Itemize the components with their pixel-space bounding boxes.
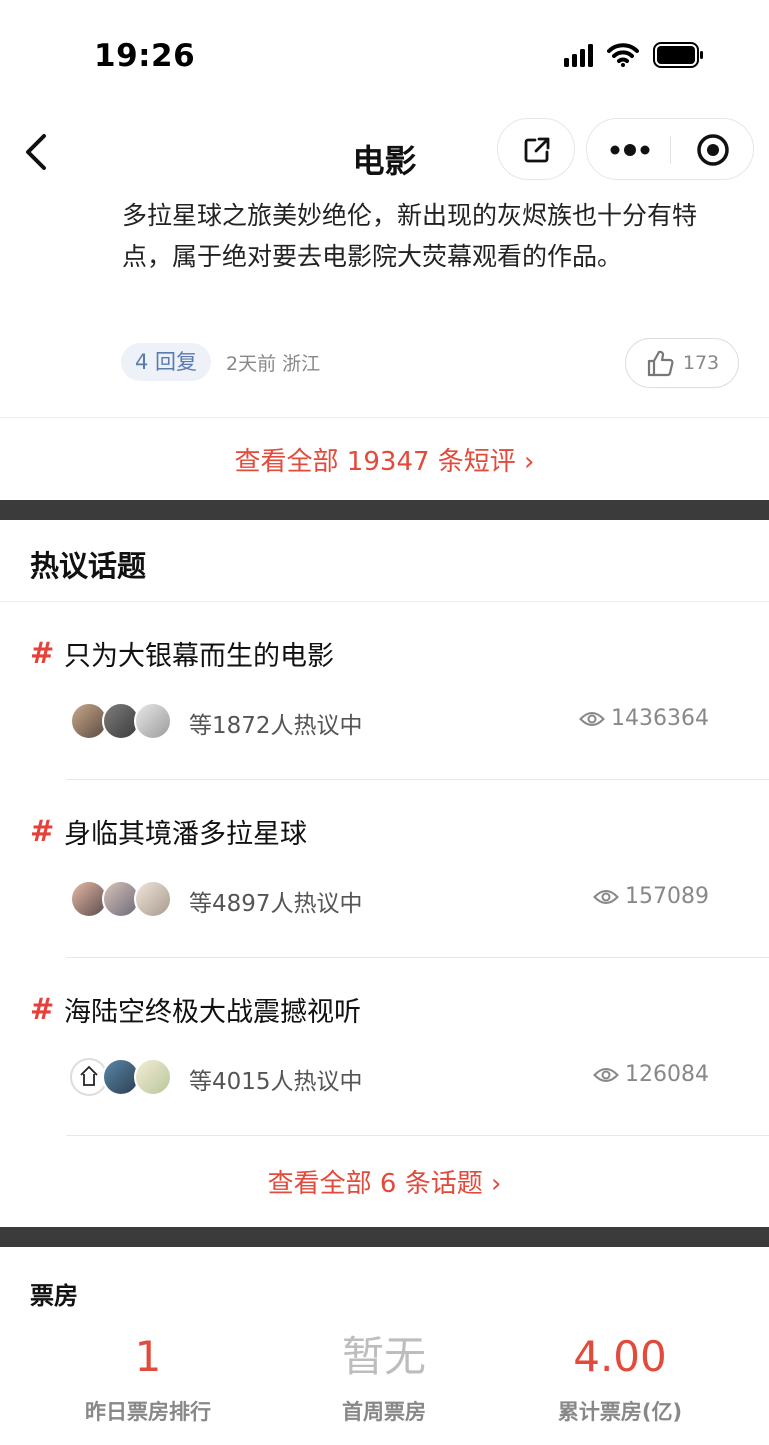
like-count: 173 — [682, 352, 720, 374]
topic-title: 身临其境潘多拉星球 — [64, 819, 307, 850]
close-miniprogram-icon[interactable] — [695, 132, 731, 168]
battery-icon — [653, 42, 703, 68]
status-time: 19:26 — [94, 38, 196, 74]
avatar — [134, 880, 172, 918]
discussion-count: 等4897人热议中 — [189, 891, 363, 917]
view-count: 126084 — [593, 1062, 709, 1087]
capsule-menu — [586, 118, 754, 180]
eye-icon — [593, 1067, 619, 1082]
status-icons — [564, 42, 705, 68]
view-count: 157089 — [593, 884, 709, 909]
boxoffice-first-week: 暂无 首周票房 — [256, 1330, 512, 1426]
avatar — [134, 702, 172, 740]
boxoffice-rank: 1 昨日票房排行 — [20, 1330, 276, 1426]
eye-icon — [593, 889, 619, 904]
discussion-count: 等1872人热议中 — [189, 713, 363, 739]
comment-meta: 2天前 浙江 — [226, 353, 321, 375]
all-reviews-link[interactable]: 查看全部 19347 条短评 › — [0, 441, 769, 478]
capsule-divider — [670, 136, 671, 164]
boxoffice-label: 首周票房 — [342, 1400, 426, 1424]
view-count-value: 157089 — [625, 884, 709, 909]
topics-section-title: 热议话题 — [30, 549, 147, 583]
boxoffice-value: 暂无 — [341, 1332, 426, 1381]
divider — [0, 417, 769, 418]
nav-bar: 电影 — [0, 110, 769, 190]
hashtag-icon: # — [30, 636, 55, 670]
topic-title: 海陆空终极大战震撼视听 — [64, 997, 361, 1028]
topic-item[interactable]: # 海陆空终极大战震撼视听 等4015人热议中 126084 — [0, 958, 769, 1136]
more-icon[interactable] — [609, 144, 653, 156]
boxoffice-total: 4.00 累计票房(亿) — [492, 1330, 748, 1426]
view-count-value: 1436364 — [611, 706, 709, 731]
hashtag-icon: # — [30, 992, 55, 1026]
like-button[interactable]: 173 — [625, 338, 739, 388]
participant-avatars — [70, 702, 174, 740]
topic-item[interactable]: # 只为大银幕而生的电影 等1872人热议中 1436364 — [0, 602, 769, 780]
share-icon — [524, 137, 550, 163]
view-count: 1436364 — [579, 706, 709, 731]
eye-icon — [579, 711, 605, 726]
boxoffice-label: 累计票房(亿) — [557, 1400, 683, 1424]
hashtag-icon: # — [30, 814, 55, 848]
all-topics-link[interactable]: 查看全部 6 条话题 › — [0, 1163, 769, 1200]
replies-button[interactable]: 4 回复 — [121, 343, 212, 381]
cellular-signal-icon — [564, 43, 593, 67]
boxoffice-label: 昨日票房排行 — [85, 1400, 211, 1424]
topic-title: 只为大银幕而生的电影 — [64, 641, 334, 672]
section-separator — [0, 500, 769, 520]
discussion-count: 等4015人热议中 — [189, 1069, 363, 1095]
section-separator — [0, 1227, 769, 1247]
share-button[interactable] — [497, 118, 575, 180]
status-bar: 19:26 — [0, 0, 769, 110]
participant-avatars — [70, 1058, 174, 1096]
boxoffice-value: 4.00 — [573, 1332, 667, 1381]
thumbs-up-icon — [647, 350, 674, 377]
wifi-icon — [607, 43, 639, 67]
view-count-value: 126084 — [625, 1062, 709, 1087]
boxoffice-value: 1 — [134, 1332, 162, 1381]
boxoffice-title: 票房 — [30, 1282, 78, 1310]
avatar — [134, 1058, 172, 1096]
divider — [66, 1135, 769, 1136]
topic-item[interactable]: # 身临其境潘多拉星球 等4897人热议中 157089 — [0, 780, 769, 958]
participant-avatars — [70, 880, 174, 918]
comment-text: 多拉星球之旅美妙绝伦，新出现的灰烬族也十分有特点，属于绝对要去电影院大荧幕观看的… — [122, 201, 698, 271]
